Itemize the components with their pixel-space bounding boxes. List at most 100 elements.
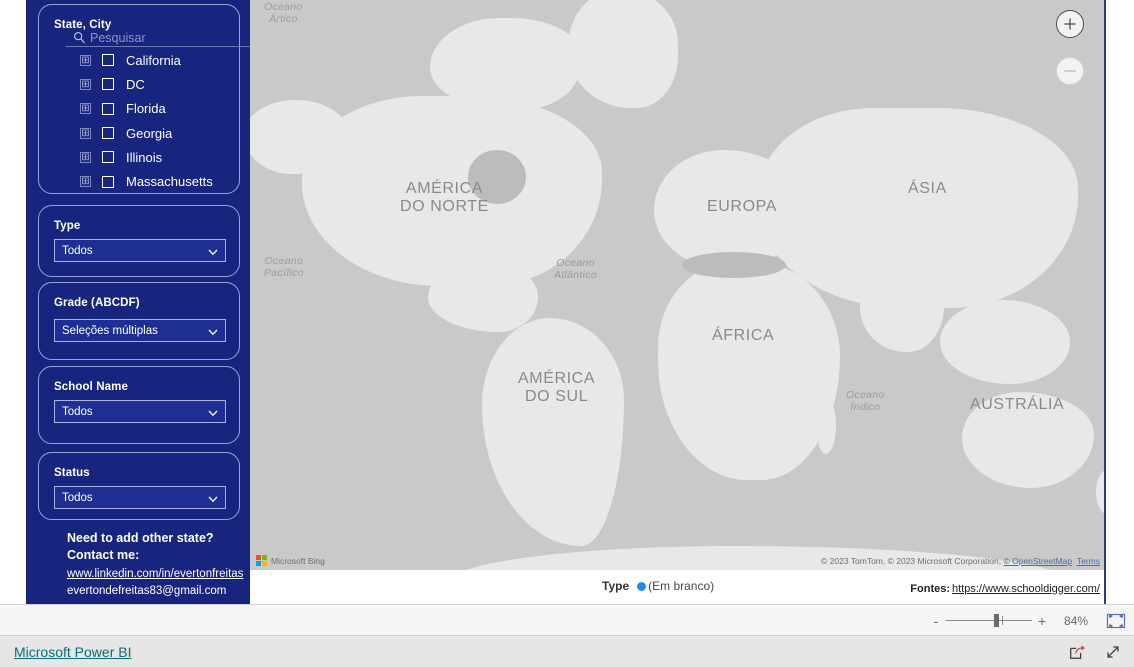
map-footer: Type (Em branco) Fontes: https://www.scho… bbox=[250, 570, 1104, 604]
power-bi-link[interactable]: Microsoft Power BI bbox=[14, 644, 131, 660]
chevron-down-icon bbox=[207, 325, 219, 337]
landmass-south-america bbox=[482, 318, 624, 546]
checkbox[interactable] bbox=[102, 127, 114, 140]
search-input[interactable] bbox=[90, 29, 255, 46]
legend-item-label: (Em branco) bbox=[648, 579, 715, 593]
status-bar: - + 84% bbox=[0, 604, 1134, 635]
plus-icon bbox=[1064, 18, 1076, 30]
legend-color-dot bbox=[637, 581, 647, 591]
list-item-label: Georgia bbox=[126, 125, 173, 141]
landmass-new-zealand bbox=[1096, 470, 1104, 514]
zoom-out-button[interactable]: - bbox=[930, 613, 942, 629]
list-item[interactable]: ⊞ Florida bbox=[66, 97, 262, 121]
slicer-grade: Grade (ABCDF) Seleções múltiplas bbox=[38, 282, 240, 360]
slicer-type-title: Type bbox=[54, 220, 81, 232]
shading-hudson-bay bbox=[468, 150, 526, 204]
landmass-north-america bbox=[302, 96, 602, 286]
contact-email: evertondefreitas83@gmail.com bbox=[67, 585, 227, 597]
fit-to-page-icon[interactable] bbox=[1106, 613, 1126, 629]
map-zoom-out-button[interactable] bbox=[1056, 57, 1084, 85]
search-icon bbox=[73, 31, 86, 44]
landmass-india bbox=[860, 268, 944, 352]
landmass-greenland bbox=[568, 0, 678, 108]
grade-dropdown-value: Seleções múltiplas bbox=[62, 324, 158, 337]
zoom-controls: - + 84% bbox=[930, 605, 1126, 636]
checkbox[interactable] bbox=[102, 151, 114, 164]
shading-mediterranean bbox=[682, 252, 786, 278]
slicer-grade-title: Grade (ABCDF) bbox=[54, 297, 140, 309]
contact-block: Need to add other state? Contact me: www… bbox=[67, 530, 267, 599]
slicer-status: Status Todos bbox=[38, 452, 240, 520]
minus-icon bbox=[1064, 70, 1076, 72]
sources-link[interactable]: https://www.schooldigger.com/ bbox=[952, 583, 1100, 595]
chevron-down-icon bbox=[207, 406, 219, 418]
map-label-oceano-artico: Oceano Ártico bbox=[264, 1, 303, 25]
map-zoom-in-button[interactable] bbox=[1056, 10, 1084, 38]
checkbox[interactable] bbox=[102, 175, 114, 188]
status-dropdown[interactable]: Todos bbox=[54, 486, 226, 509]
slicer-status-title: Status bbox=[54, 467, 90, 479]
school-name-dropdown[interactable]: Todos bbox=[54, 400, 226, 423]
list-item[interactable]: ⊞ California bbox=[66, 48, 262, 72]
attribution-text: © 2023 TomTom, © 2023 Microsoft Corporat… bbox=[821, 556, 1004, 566]
fullscreen-icon[interactable] bbox=[1104, 643, 1122, 661]
status-dropdown-value: Todos bbox=[62, 491, 93, 504]
zoom-percentage: 84% bbox=[1063, 613, 1089, 628]
landmass-southeast-asia bbox=[940, 300, 1070, 384]
slicer-school-name: School Name Todos bbox=[38, 366, 240, 444]
bing-branding-label: Microsoft Bing bbox=[271, 555, 325, 566]
slicer-school-name-title: School Name bbox=[54, 381, 128, 393]
report-canvas: State, City ⊞ California ⊞ bbox=[0, 0, 1106, 604]
list-item[interactable]: ⊞ Georgia bbox=[66, 121, 262, 145]
chevron-down-icon bbox=[207, 245, 219, 257]
state-city-search[interactable] bbox=[66, 29, 262, 47]
landmass-central-america bbox=[428, 262, 538, 332]
expand-icon[interactable]: ⊞ bbox=[80, 78, 91, 90]
checkbox[interactable] bbox=[102, 54, 114, 67]
landmass-africa bbox=[658, 262, 840, 480]
microsoft-logo-icon bbox=[256, 555, 267, 566]
list-item[interactable]: ⊞ Illinois bbox=[66, 145, 262, 169]
map-surface[interactable]: Oceano Ártico AMÉRICA DO NORTE Oceano Pa… bbox=[250, 0, 1104, 570]
map-label-oceano-pacifico: Oceano Pacífico bbox=[264, 255, 304, 279]
type-dropdown[interactable]: Todos bbox=[54, 239, 226, 262]
map-label-oceano-indico: Oceano Índico bbox=[846, 389, 885, 413]
zoom-slider-thumb[interactable] bbox=[994, 614, 999, 627]
list-item[interactable]: ⊞ DC bbox=[66, 72, 262, 96]
list-item-label: Illinois bbox=[126, 149, 163, 165]
landmass-australia bbox=[962, 392, 1094, 488]
zoom-in-button[interactable]: + bbox=[1036, 613, 1048, 629]
map-attribution: © 2023 TomTom, © 2023 Microsoft Corporat… bbox=[821, 556, 1100, 566]
list-item-label: Florida bbox=[126, 101, 166, 117]
slicer-type: Type Todos bbox=[38, 205, 240, 277]
state-city-list[interactable]: ⊞ California ⊞ DC ⊞ Florida ⊞ Georgia ⊞ … bbox=[66, 48, 262, 190]
expand-icon[interactable]: ⊞ bbox=[80, 54, 91, 66]
zoom-slider-tick bbox=[1002, 616, 1003, 625]
sources-label: Fontes: bbox=[910, 583, 951, 595]
map-visual: Oceano Ártico AMÉRICA DO NORTE Oceano Pa… bbox=[250, 0, 1104, 604]
type-dropdown-value: Todos bbox=[62, 244, 93, 257]
linkedin-link[interactable]: www.linkedin.com/in/evertonfreitas bbox=[67, 565, 267, 583]
openstreetmap-link[interactable]: © OpenStreetMap bbox=[1003, 556, 1072, 566]
expand-icon[interactable]: ⊞ bbox=[80, 176, 91, 188]
contact-line-2: Contact me: bbox=[67, 547, 140, 562]
terms-link[interactable]: Terms bbox=[1077, 556, 1100, 566]
list-item[interactable]: ⊞ Massachusetts bbox=[66, 169, 262, 190]
school-name-dropdown-value: Todos bbox=[62, 405, 93, 418]
list-item-label: DC bbox=[126, 76, 145, 92]
power-bi-footer: Microsoft Power BI bbox=[0, 635, 1134, 667]
footer-actions bbox=[1068, 636, 1122, 667]
checkbox[interactable] bbox=[102, 102, 114, 115]
legend-title: Type bbox=[602, 579, 630, 593]
list-item-label: Massachusetts bbox=[126, 174, 213, 190]
share-icon[interactable] bbox=[1068, 643, 1086, 661]
zoom-slider[interactable] bbox=[946, 614, 1032, 627]
expand-icon[interactable]: ⊞ bbox=[80, 103, 91, 115]
expand-icon[interactable]: ⊞ bbox=[80, 127, 91, 139]
power-bi-report: State, City ⊞ California ⊞ bbox=[0, 0, 1134, 667]
grade-dropdown[interactable]: Seleções múltiplas bbox=[54, 319, 226, 342]
map-legend: Type (Em branco) bbox=[602, 579, 714, 593]
checkbox[interactable] bbox=[102, 78, 114, 91]
expand-icon[interactable]: ⊞ bbox=[80, 151, 91, 163]
contact-line-1: Need to add other state? bbox=[67, 531, 214, 545]
